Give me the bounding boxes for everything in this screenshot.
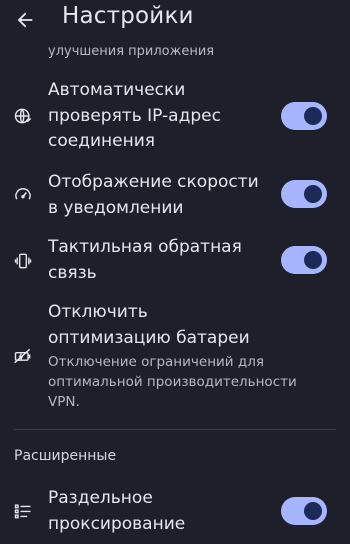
setting-label: Тактильная обратная связь — [48, 237, 242, 283]
toggle-knob — [304, 502, 322, 520]
back-arrow-icon[interactable] — [14, 9, 36, 31]
app-bar: Настройки — [0, 0, 350, 40]
battery-saver-off-icon — [14, 348, 31, 364]
toggle-knob — [304, 251, 322, 269]
setting-battery-optimization[interactable]: Отключить оптимизацию батареи Отключение… — [0, 300, 350, 415]
setting-subtitle: Отключение ограничений для оптимальной п… — [48, 354, 297, 410]
haptic-feedback-toggle[interactable] — [281, 246, 327, 274]
speedometer-icon — [15, 188, 31, 200]
vibration-icon — [14, 253, 32, 269]
setting-split-proxy[interactable]: Раздельное проксирование — [0, 486, 350, 538]
section-divider — [14, 429, 336, 430]
setting-haptic-feedback[interactable]: Тактильная обратная связь — [0, 235, 350, 287]
setting-label: Автоматически проверять IP-адрес соедине… — [48, 80, 221, 151]
page-title: Настройки — [62, 3, 194, 29]
toggle-knob — [304, 107, 322, 125]
setting-label: Отображение скорости в уведомлении — [48, 172, 259, 218]
speed-notification-toggle[interactable] — [281, 180, 327, 208]
setting-speed-notification[interactable]: Отображение скорости в уведомлении — [0, 170, 350, 222]
setting-label: Отключить оптимизацию батареи — [48, 302, 250, 348]
globe-check-icon — [14, 108, 32, 124]
toggle-knob — [304, 185, 322, 203]
section-header-advanced: Расширенные — [14, 448, 117, 464]
split-list-icon — [14, 504, 31, 519]
split-proxy-toggle[interactable] — [281, 497, 327, 525]
setting-auto-check-ip[interactable]: Автоматически проверять IP-адрес соедине… — [0, 78, 350, 156]
auto-check-ip-toggle[interactable] — [281, 102, 327, 130]
setting-label: Раздельное проксирование — [48, 488, 186, 534]
partial-item-subtitle: улучшения приложения — [48, 44, 215, 59]
